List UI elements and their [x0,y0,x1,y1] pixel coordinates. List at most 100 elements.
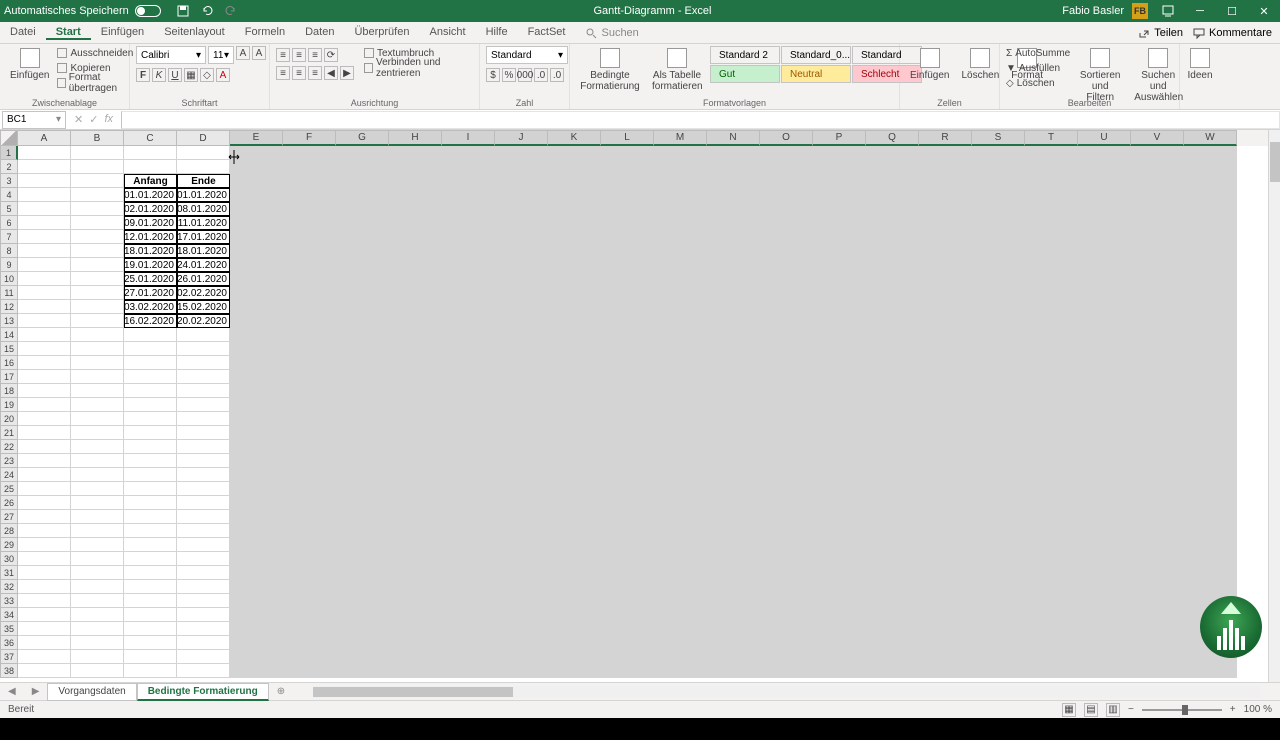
cell[interactable] [1025,370,1078,384]
cell[interactable] [760,160,813,174]
cell[interactable] [283,622,336,636]
cell[interactable] [442,216,495,230]
column-header[interactable]: W [1184,130,1237,146]
cell[interactable] [442,594,495,608]
row-header[interactable]: 18 [0,384,18,398]
cell[interactable] [707,286,760,300]
cell[interactable] [442,300,495,314]
cell[interactable] [389,426,442,440]
fx-icon[interactable]: fx [104,113,113,126]
cell[interactable] [972,636,1025,650]
cell[interactable] [654,398,707,412]
column-header[interactable]: V [1131,130,1184,146]
cell[interactable] [919,496,972,510]
row-header[interactable]: 21 [0,426,18,440]
cell[interactable] [1184,426,1237,440]
cell[interactable] [866,244,919,258]
cell[interactable] [18,524,71,538]
cell[interactable] [919,272,972,286]
cell[interactable] [389,454,442,468]
cell[interactable] [866,160,919,174]
cell[interactable] [866,188,919,202]
cell[interactable] [442,272,495,286]
cell[interactable] [813,216,866,230]
cell[interactable] [389,440,442,454]
minimize-icon[interactable]: ─ [1188,0,1212,22]
cell[interactable] [601,342,654,356]
cell[interactable] [760,552,813,566]
cell[interactable] [1078,552,1131,566]
cell[interactable] [18,384,71,398]
cell[interactable] [495,636,548,650]
align-top-icon[interactable]: ≡ [276,48,290,62]
cell[interactable] [760,664,813,678]
cell[interactable] [389,146,442,160]
cell[interactable] [972,300,1025,314]
cell[interactable] [442,342,495,356]
cell[interactable] [707,202,760,216]
cell[interactable] [919,664,972,678]
cell[interactable] [389,412,442,426]
cell[interactable] [336,454,389,468]
cell[interactable] [548,468,601,482]
cell[interactable] [336,566,389,580]
cell[interactable] [972,244,1025,258]
cell[interactable] [283,496,336,510]
cell[interactable] [919,580,972,594]
cell[interactable] [1184,552,1237,566]
zoom-slider[interactable] [1142,709,1222,711]
cell[interactable] [601,482,654,496]
cell[interactable] [866,174,919,188]
cell[interactable] [1078,566,1131,580]
cell[interactable] [124,538,177,552]
cell[interactable] [601,384,654,398]
cell[interactable] [1078,580,1131,594]
cell[interactable] [442,538,495,552]
underline-icon[interactable]: U [168,68,182,82]
cell[interactable] [442,426,495,440]
cancel-formula-icon[interactable]: ✕ [74,113,83,126]
cell[interactable] [336,216,389,230]
cell[interactable] [548,608,601,622]
cell[interactable] [1131,384,1184,398]
cell[interactable] [336,258,389,272]
cell[interactable] [548,188,601,202]
cell[interactable] [813,188,866,202]
cell[interactable] [1131,482,1184,496]
cell[interactable] [230,426,283,440]
cell[interactable] [707,608,760,622]
cell[interactable] [1184,146,1237,160]
cell[interactable] [813,566,866,580]
cell[interactable] [495,384,548,398]
cell[interactable] [495,608,548,622]
cell[interactable] [1025,440,1078,454]
cell[interactable] [654,244,707,258]
cell[interactable] [760,412,813,426]
cell[interactable] [972,608,1025,622]
cell[interactable] [177,664,230,678]
cell[interactable] [71,538,124,552]
cell[interactable] [760,594,813,608]
zoom-in-button[interactable]: + [1230,704,1236,715]
cell[interactable] [18,160,71,174]
cell[interactable] [336,188,389,202]
cell[interactable] [283,314,336,328]
cell[interactable] [813,174,866,188]
cell[interactable] [707,370,760,384]
cell[interactable] [1078,384,1131,398]
cell[interactable] [442,328,495,342]
cell[interactable] [548,230,601,244]
cell[interactable] [18,370,71,384]
cell[interactable] [919,356,972,370]
cell-style-standard2[interactable]: Standard 2 [710,46,780,64]
align-center-icon[interactable]: ≡ [292,66,306,80]
cell[interactable] [1131,468,1184,482]
cell[interactable] [1078,496,1131,510]
cell[interactable] [1025,524,1078,538]
cell[interactable] [1025,384,1078,398]
cell[interactable] [707,272,760,286]
cell[interactable] [283,244,336,258]
cell[interactable] [1078,510,1131,524]
cell[interactable] [866,650,919,664]
cell[interactable] [972,188,1025,202]
